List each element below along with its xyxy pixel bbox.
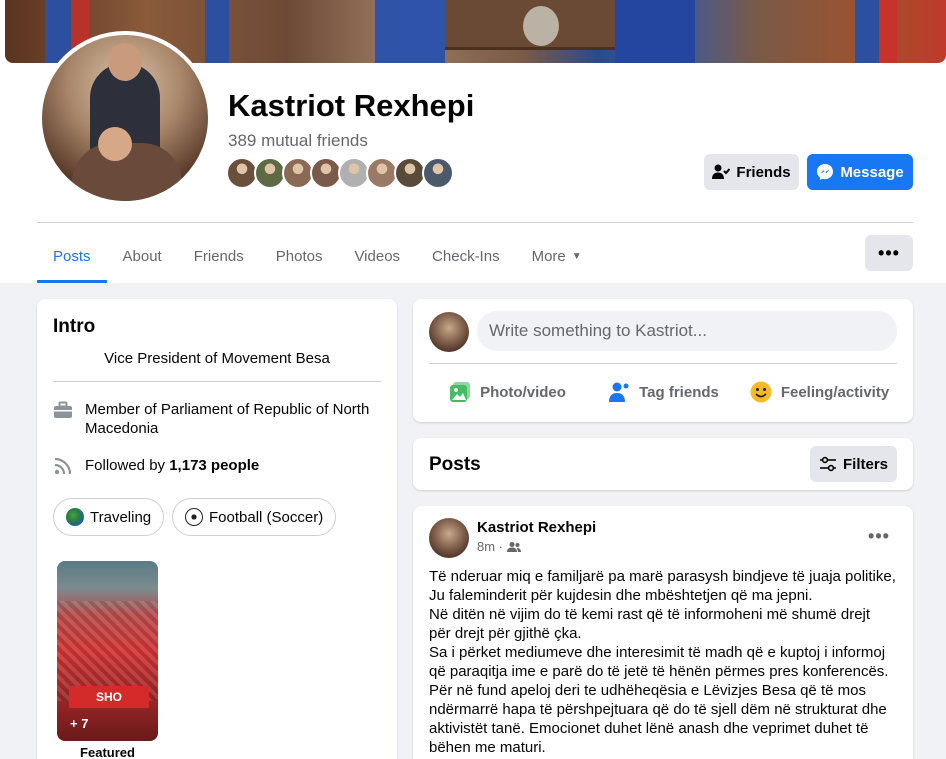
globe-icon	[66, 508, 84, 526]
posts-header: Posts Filters	[413, 438, 913, 490]
ellipsis-icon: •••	[868, 525, 890, 546]
intro-bio: Vice President of Movement Besa	[104, 350, 330, 367]
intro-title: Intro	[53, 316, 96, 337]
feeling-activity-button[interactable]: Feeling/activity	[741, 373, 897, 411]
tab-photos[interactable]: Photos	[260, 230, 339, 283]
post-card: Kastriot Rexhepi 8m · ••• Të nderuar miq…	[413, 506, 913, 759]
post-line: Ju faleminderit për kujdesin dhe mbështe…	[429, 587, 813, 604]
photo-video-button[interactable]: Photo/video	[429, 373, 585, 411]
featured-banner: SHO	[69, 686, 149, 708]
mutual-friend-avatar[interactable]	[422, 157, 454, 189]
tab-videos[interactable]: Videos	[338, 230, 416, 283]
hobby-chip-football[interactable]: Football (Soccer)	[172, 498, 337, 536]
featured-label: Featured	[80, 745, 135, 759]
hobby-chip-traveling[interactable]: Traveling	[53, 498, 165, 536]
posts-title: Posts	[429, 454, 481, 475]
briefcase-icon	[53, 400, 73, 420]
composer-input[interactable]: Write something to Kastriot...	[477, 311, 897, 351]
post-author-avatar[interactable]	[429, 518, 469, 558]
friends-audience-icon	[507, 541, 521, 552]
filter-sliders-icon	[819, 456, 836, 472]
header-divider	[37, 222, 913, 223]
composer-avatar[interactable]	[429, 312, 469, 352]
composer-actions: Photo/video Tag friends Feeling/activity	[429, 373, 897, 411]
filters-button[interactable]: Filters	[810, 446, 897, 482]
post-options-button[interactable]: •••	[861, 524, 897, 548]
rss-icon	[53, 456, 73, 476]
post-line: aktivistët tanë. Emocionet duhet lënë an…	[429, 720, 869, 737]
tab-more[interactable]: More ▼	[516, 230, 598, 283]
post-line: që paraqitja ime e parë do të jetë të hë…	[429, 663, 889, 680]
tab-posts[interactable]: Posts	[37, 230, 107, 283]
tag-friends-button[interactable]: Tag friends	[585, 373, 741, 411]
followed-by-count[interactable]: 1,173 people	[169, 456, 259, 475]
followed-by-label: Followed by	[85, 457, 170, 474]
composer-placeholder: Write something to Kastriot...	[489, 321, 707, 340]
post-line: për drejt për gjithë çka.	[429, 625, 582, 642]
post-line: Sa i përket mediumeve dhe interesimit të…	[429, 644, 886, 661]
hobby-label: Traveling	[90, 508, 152, 526]
profile-picture[interactable]	[38, 31, 212, 205]
profile-tabs: Posts About Friends Photos Videos Check-…	[37, 230, 598, 283]
post-author[interactable]: Kastriot Rexhepi	[477, 519, 596, 536]
friends-button[interactable]: Friends	[704, 154, 799, 190]
intro-divider	[53, 381, 381, 382]
tab-check-ins[interactable]: Check-Ins	[416, 230, 516, 283]
post-text: Të nderuar miq e familjarë pa marë paras…	[429, 567, 899, 757]
mutual-friends-count[interactable]: 389 mutual friends	[228, 131, 368, 151]
messenger-icon	[817, 164, 834, 180]
post-line: Në ditën në vijim do të kemi rast që të …	[429, 606, 871, 623]
intro-work: Member of Parliament of Republic of Nort…	[53, 400, 383, 438]
profile-name: Kastriot Rexhepi	[228, 88, 475, 123]
intro-work-text: Member of Parliament of Republic of Nort…	[85, 401, 370, 437]
post-line: ndërmarrë hapa të përshpejtuara që do të…	[429, 701, 887, 718]
intro-followers: Followed by 1,173 people	[53, 456, 259, 476]
smiley-icon	[749, 380, 773, 404]
featured-count: + 7	[70, 716, 89, 731]
post-line: bëhen me maturi.	[429, 739, 546, 756]
photo-icon	[448, 380, 472, 404]
soccer-ball-icon	[185, 508, 203, 526]
post-composer: Write something to Kastriot... Photo/vid…	[413, 299, 913, 422]
message-button[interactable]: Message	[807, 154, 913, 190]
tag-friends-icon	[607, 380, 631, 404]
mutual-friends-avatars	[226, 157, 454, 189]
tab-friends[interactable]: Friends	[178, 230, 260, 283]
hobby-label: Football (Soccer)	[209, 508, 324, 526]
ellipsis-icon: •••	[878, 242, 900, 263]
friends-button-label: Friends	[736, 163, 791, 181]
featured-collection-thumbnail[interactable]: SHO	[57, 561, 158, 741]
more-options-button[interactable]: •••	[865, 235, 913, 271]
composer-divider	[429, 363, 897, 364]
post-time[interactable]: 8m ·	[477, 539, 503, 554]
post-line: Të nderuar miq e familjarë pa marë paras…	[429, 568, 896, 585]
post-meta: 8m ·	[477, 539, 521, 554]
friend-check-icon	[712, 164, 731, 179]
message-button-label: Message	[840, 163, 904, 181]
post-line: Për në fund apeloj deri te udhëheqësia e…	[429, 682, 866, 699]
caret-down-icon: ▼	[571, 251, 582, 262]
tab-about[interactable]: About	[107, 230, 178, 283]
